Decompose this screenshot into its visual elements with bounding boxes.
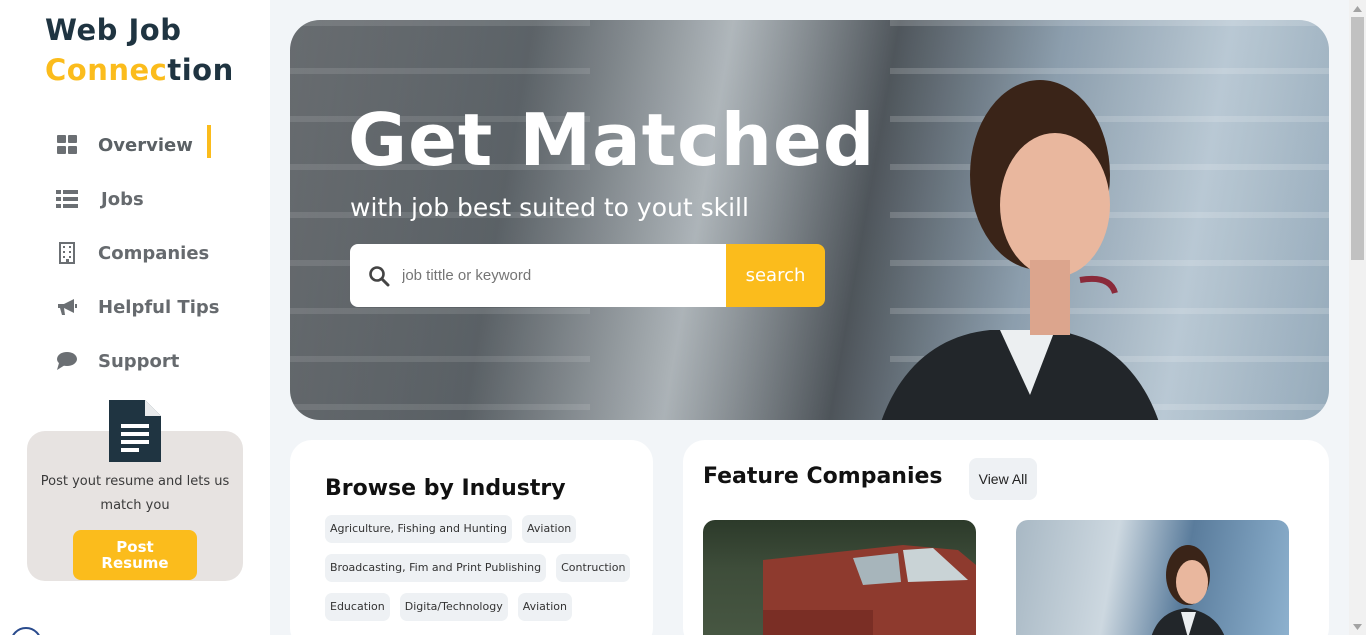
sidebar-item-helpful-tips[interactable]: Helpful Tips [55, 280, 225, 334]
document-icon [109, 400, 161, 462]
brand-line-1: Web Job [45, 13, 182, 47]
page-scrollbar[interactable] [1349, 0, 1366, 635]
hero-banner: Get Matched with job best suited to yout… [290, 20, 1329, 420]
industry-tag-row: Broadcasting, Fim and Print Publishing C… [325, 554, 645, 582]
search-icon [369, 265, 390, 286]
grid-icon [55, 133, 79, 157]
brand-line-2: Connection [45, 50, 234, 90]
hero-title: Get Matched [348, 98, 876, 182]
industry-tag[interactable]: Education [325, 593, 390, 621]
company-image-car[interactable] [703, 520, 976, 635]
industry-tag[interactable]: Digita/Technology [399, 593, 508, 621]
sidebar-item-label: Support [98, 350, 180, 372]
sidebar-item-label: Overview [98, 134, 193, 156]
list-icon [55, 187, 79, 211]
sidebar-item-label: Jobs [101, 188, 144, 210]
industry-tag-list: Agriculture, Fishing and Hunting Aviatio… [325, 515, 645, 632]
industry-tag-row: Agriculture, Fishing and Hunting Aviatio… [325, 515, 645, 543]
sidebar-item-jobs[interactable]: Jobs [55, 172, 225, 226]
scroll-down-arrow-icon[interactable] [1349, 618, 1366, 635]
businesswoman-image [1151, 545, 1225, 635]
search-button[interactable]: search [726, 244, 825, 307]
sidebar-item-companies[interactable]: Companies [55, 226, 225, 280]
industry-tag[interactable]: Aviation [522, 515, 577, 543]
sidebar-item-label: Helpful Tips [98, 296, 220, 318]
hero-woman-image [881, 80, 1159, 420]
sidebar-item-label: Companies [98, 242, 210, 264]
building-icon [55, 241, 79, 265]
sidebar: Web Job Connection Overview Jobs Compani… [0, 0, 270, 635]
sidebar-item-support[interactable]: Support [55, 334, 225, 388]
industry-tag[interactable]: Broadcasting, Fim and Print Publishing [325, 554, 547, 582]
brand-line-2-rest: tion [167, 53, 234, 87]
industry-tag[interactable]: Agriculture, Fishing and Hunting [325, 515, 513, 543]
industry-tag[interactable]: Aviation [517, 593, 572, 621]
brand-line-2-accent: Connec [45, 53, 168, 87]
post-resume-button[interactable]: Post Resume [73, 530, 197, 580]
hero-subtitle: with job best suited to yout skill [350, 193, 749, 222]
view-all-button[interactable]: View All [969, 458, 1037, 500]
megaphone-icon [55, 295, 79, 319]
sidebar-item-overview[interactable]: Overview [55, 118, 225, 172]
feature-companies-card: Feature Companies View All [683, 440, 1329, 635]
company-image-woman[interactable] [1016, 520, 1289, 635]
feature-companies-heading: Feature Companies [703, 464, 943, 489]
chat-bubble-icon [55, 349, 79, 373]
browse-industry-card: Browse by Industry Agriculture, Fishing … [290, 440, 653, 635]
post-resume-label-line2: Resume [101, 554, 169, 572]
brand-logo[interactable]: Web Job Connection [45, 10, 234, 90]
search-input[interactable] [402, 267, 702, 284]
resume-prompt-text: Post yout resume and lets us match you [40, 474, 230, 513]
scroll-up-arrow-icon[interactable] [1349, 0, 1366, 17]
industry-tag-row: Education Digita/Technology Aviation [325, 593, 645, 621]
search-bar [350, 244, 726, 307]
scrollbar-thumb[interactable] [1351, 17, 1364, 260]
industry-tag[interactable]: Contruction [556, 554, 631, 582]
browse-industry-heading: Browse by Industry [325, 476, 566, 501]
sidebar-nav: Overview Jobs Companies Helpful Tips Sup… [55, 118, 225, 388]
red-car-image [763, 545, 976, 635]
